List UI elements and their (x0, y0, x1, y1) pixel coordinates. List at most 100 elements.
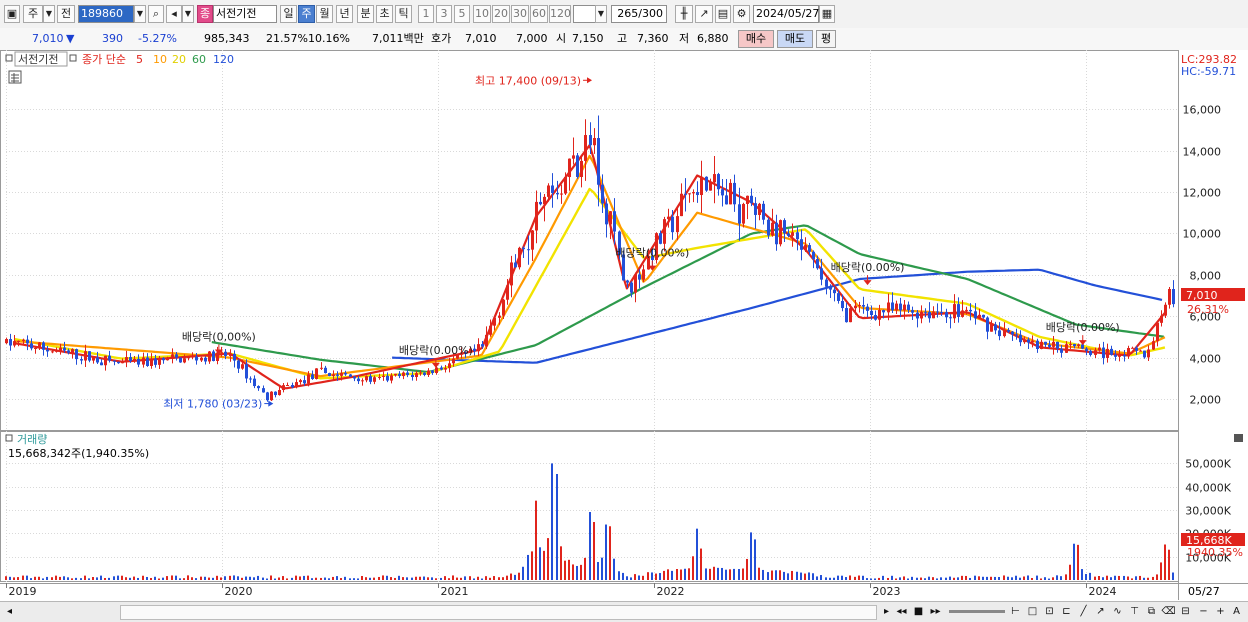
candle-body (75, 349, 78, 360)
window-icon[interactable]: ▣ (4, 5, 20, 23)
line-tool-icon[interactable]: ╱ (1076, 603, 1091, 620)
interval-30[interactable]: 30 (511, 5, 529, 23)
zoom-tool-icon[interactable]: ⊡ (1042, 603, 1057, 620)
volume-bar (498, 577, 500, 580)
fast-forward-icon[interactable]: ▸▸ (928, 603, 943, 620)
drawing-tool-icon[interactable]: ↗ (695, 5, 713, 23)
period-month[interactable]: 월 (316, 5, 333, 23)
table-view-icon-lines (11, 73, 19, 83)
quote-label: 호가 (431, 32, 452, 45)
volume-bar (402, 577, 404, 580)
copy-tool-icon[interactable]: ⧉ (1144, 603, 1159, 620)
zoom-out-icon[interactable]: − (1196, 603, 1211, 620)
volume-bar (986, 576, 988, 580)
volume-close-icon[interactable] (1234, 434, 1243, 442)
search-icon[interactable]: ⌕ (148, 5, 164, 23)
settings-gear-icon[interactable]: ⚙ (733, 5, 750, 23)
interval-20[interactable]: 20 (492, 5, 510, 23)
candle-body (481, 344, 484, 347)
candle-body (84, 351, 87, 361)
calendar-icon[interactable]: ▦ (819, 5, 835, 23)
period-minute[interactable]: 분 (357, 5, 374, 23)
auto-scale-icon[interactable]: A (1229, 603, 1244, 620)
change-percent: -5.27% (138, 32, 177, 45)
sell-button[interactable]: 매도 (777, 30, 813, 48)
eval-button[interactable]: 평 (816, 30, 836, 48)
eraser-icon[interactable]: ⌫ (1161, 603, 1176, 620)
fit-icon[interactable]: ⊟ (1178, 603, 1193, 620)
candle-body (1056, 341, 1059, 349)
volume-bar (171, 575, 173, 580)
candle-body (916, 312, 919, 319)
text-tool-icon[interactable]: ⊤ (1127, 603, 1142, 620)
stock-chart-svg[interactable]: 최고 17,400 (09/13) 최저 1,780 (03/23) 배당락(0,0… (0, 50, 1248, 602)
volume-bar (622, 572, 624, 580)
count-field[interactable]: 265/300 (611, 5, 667, 23)
code-dropdown-icon[interactable]: ▼ (134, 5, 146, 23)
square-tool-icon[interactable]: □ (1025, 603, 1040, 620)
market-dropdown-icon[interactable]: ▼ (43, 5, 55, 23)
volume-bar (1094, 576, 1096, 580)
volume-bar (257, 575, 259, 580)
period-tick[interactable]: 틱 (395, 5, 412, 23)
market-select[interactable]: 주 (23, 5, 43, 23)
volume-bar (75, 577, 77, 580)
volume-bar (137, 577, 139, 580)
volume-bar (676, 569, 678, 580)
candle-body (133, 358, 136, 362)
volume-bar (957, 577, 959, 580)
volume-bar (1044, 577, 1046, 580)
candle-body (406, 372, 409, 375)
buy-button[interactable]: 매수 (738, 30, 774, 48)
ray-tool-icon[interactable]: ↗ (1093, 603, 1108, 620)
interval-5[interactable]: 5 (454, 5, 470, 23)
crosshair-icon[interactable]: ⊢ (1008, 603, 1023, 620)
period-second[interactable]: 초 (376, 5, 393, 23)
volume-bar (746, 558, 748, 580)
fib-tool-icon[interactable]: ⊏ (1059, 603, 1074, 620)
volume-bar (767, 572, 769, 580)
save-icon[interactable]: ▤ (715, 5, 731, 23)
interval-120[interactable]: 120 (549, 5, 571, 23)
volume-bar (485, 576, 487, 580)
volume-bar (241, 577, 243, 580)
candle-body (527, 249, 530, 251)
interval-1[interactable]: 1 (418, 5, 434, 23)
candle-body (742, 203, 745, 224)
volume-bar (800, 572, 802, 580)
rewind-icon[interactable]: ◂◂ (894, 603, 909, 620)
candle-type-icon[interactable]: ╫ (675, 5, 693, 23)
candle-body (477, 344, 480, 352)
volume-bar (154, 576, 156, 580)
speaker-dropdown-icon[interactable]: ▼ (182, 5, 194, 23)
interval-60[interactable]: 60 (530, 5, 548, 23)
volume-bar (700, 548, 702, 580)
candle-body (63, 347, 66, 351)
volume-bar (998, 576, 1000, 580)
period-week[interactable]: 주 (298, 5, 315, 23)
prev-button[interactable]: 전 (57, 5, 75, 23)
date-input[interactable]: 2024/05/27 (753, 5, 819, 23)
candle-body (382, 375, 385, 377)
wave-tool-icon[interactable]: ∿ (1110, 603, 1125, 620)
stop-icon[interactable]: ■ (911, 603, 926, 620)
volume-bar (891, 575, 893, 580)
candle-body (241, 364, 244, 369)
chart-area[interactable]: 최고 17,400 (09/13) 최저 1,780 (03/23) 배당락(0,0… (0, 50, 1248, 602)
speaker-icon[interactable]: ◂ (166, 5, 182, 23)
high-price: 7,360 (637, 32, 669, 45)
interval-10[interactable]: 10 (473, 5, 491, 23)
candle-body (311, 374, 314, 380)
low-arrow-icon (268, 400, 274, 407)
stock-code-input[interactable]: 189860 (78, 5, 134, 23)
period-day[interactable]: 일 (280, 5, 297, 23)
scroll-right-icon[interactable]: ▸ (879, 603, 894, 620)
interval-dropdown-icon[interactable]: ▼ (595, 5, 607, 23)
zoom-in-icon[interactable]: + (1213, 603, 1228, 620)
scroll-left-icon[interactable]: ◂ (2, 603, 17, 620)
speed-slider[interactable] (949, 610, 1005, 613)
interval-3[interactable]: 3 (436, 5, 452, 23)
scroll-thumb[interactable] (120, 605, 877, 620)
period-year[interactable]: 년 (336, 5, 353, 23)
candle-body (1077, 344, 1080, 346)
